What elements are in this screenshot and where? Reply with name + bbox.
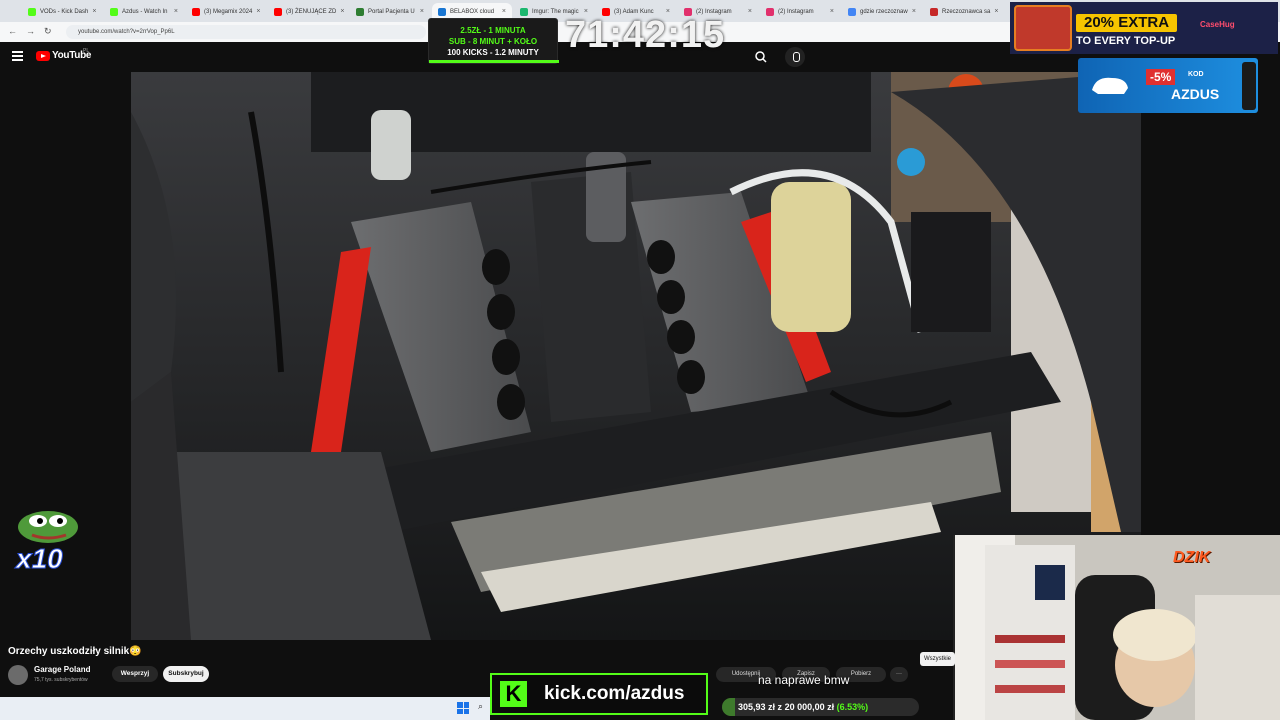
youtube-logo-icon[interactable] — [36, 51, 50, 61]
pepe-emote-icon — [18, 511, 78, 543]
channel-subscribers: 75,7 tys. subskrybentów — [34, 677, 88, 683]
search-icon[interactable] — [750, 49, 772, 65]
tab-label: (3) ŻENUJĄCE ZD — [286, 8, 337, 15]
filter-all-tab[interactable]: Wszystkie — [920, 652, 955, 666]
tab-label: Azdus - Watch In — [122, 8, 168, 15]
support-button[interactable]: Wesprzyj — [112, 666, 158, 682]
promo-code: AZDUS — [1171, 86, 1220, 102]
back-icon[interactable]: ← — [8, 26, 17, 36]
tab-favicon-icon — [438, 7, 446, 16]
tab-favicon-icon — [848, 7, 856, 16]
tab-label: VODs - Kick Dash — [40, 8, 89, 15]
more-button[interactable]: ··· — [890, 667, 908, 682]
windows-taskbar: ⌕ — [0, 697, 490, 720]
donation-percent: (6.53%) — [836, 702, 869, 712]
donation-goal-bar: 305,93 zł z 20 000,00 zł (6.53%) — [722, 698, 919, 716]
channel-avatar[interactable] — [8, 665, 28, 685]
browser-tab[interactable]: gdzie rzeczoznaw × — [842, 3, 922, 20]
energy-can-icon — [1242, 62, 1256, 110]
promo-kod-label: KOD — [1188, 71, 1204, 78]
browser-tab[interactable]: Portal Pacjenta U × — [350, 3, 430, 20]
video-title: Orzechy uszkodziły silnik😳 — [8, 646, 142, 657]
tab-close-icon[interactable]: × — [994, 8, 998, 15]
dzik-promo-ad: -5% KOD AZDUS — [1078, 58, 1258, 113]
tab-label: (3) Megamix 2024 — [204, 8, 253, 15]
tab-favicon-icon — [766, 7, 774, 16]
casehug-sub: TO EVERY TOP-UP — [1076, 35, 1176, 47]
timer-rule-1: 2.5ZŁ - 1 MINUTA — [460, 26, 526, 35]
boar-icon — [1092, 77, 1128, 94]
menu-icon[interactable] — [12, 51, 23, 61]
browser-tab[interactable]: (2) Instagram × — [760, 3, 840, 20]
tab-favicon-icon — [520, 7, 528, 16]
tab-close-icon[interactable]: × — [912, 8, 916, 15]
streamer-webcam: DZIK — [953, 535, 1280, 720]
subtitle-caption: na naprawe bmw — [758, 673, 850, 687]
tab-favicon-icon — [356, 7, 364, 16]
tab-label: Portal Pacjenta U — [368, 8, 415, 15]
tab-label: Rzeczoznawca sa — [942, 8, 991, 15]
timer-bar — [429, 60, 559, 63]
kick-url: kick.com/azdus — [544, 683, 685, 704]
region-label: PL — [83, 48, 90, 54]
donation-progress-fill — [722, 698, 735, 716]
casehug-logo: CaseHug — [1200, 20, 1235, 29]
donation-current: 305,93 zł — [738, 702, 776, 712]
tab-label: (2) Instagram — [778, 8, 814, 15]
url-input[interactable]: youtube.com/watch?v=2rrVop_Pp6L — [66, 25, 426, 39]
emote-count: x10 — [16, 543, 64, 575]
tab-close-icon[interactable]: × — [340, 8, 344, 15]
casehug-extra: 20% EXTRA — [1076, 14, 1178, 32]
tab-close-icon[interactable]: × — [92, 8, 96, 15]
tab-close-icon[interactable]: × — [256, 8, 260, 15]
tab-favicon-icon — [192, 7, 200, 16]
tab-close-icon[interactable]: × — [748, 8, 752, 15]
forward-icon[interactable]: → — [26, 26, 35, 36]
tab-favicon-icon — [274, 7, 282, 16]
browser-tab[interactable]: (3) ŻENUJĄCE ZD × — [268, 3, 348, 20]
casehug-ad: 20% EXTRA TO EVERY TOP-UP CaseHug — [1010, 2, 1278, 54]
timer-rules-box: 2.5ZŁ - 1 MINUTA SUB - 8 MINUT + KOŁO 10… — [428, 18, 559, 64]
tab-favicon-icon — [930, 7, 938, 16]
kick-logo-icon: K — [500, 681, 527, 707]
browser-tab[interactable]: Rzeczoznawca sa × — [924, 3, 1004, 20]
subscribe-button[interactable]: Subskrybuj — [163, 666, 209, 682]
browser-tab[interactable]: VODs - Kick Dash × — [22, 3, 102, 20]
dzik-logo: DZIK — [1173, 549, 1211, 566]
tab-close-icon[interactable]: × — [830, 8, 834, 15]
donation-goal: 20 000,00 zł — [784, 702, 835, 712]
browser-tab[interactable]: (3) Megamix 2024 × — [186, 3, 266, 20]
webcam-feed-image — [955, 535, 1280, 720]
taskbar-search-icon[interactable]: ⌕ — [478, 701, 483, 712]
tab-favicon-icon — [110, 7, 118, 16]
promo-discount: -5% — [1146, 69, 1176, 85]
channel-name[interactable]: Garage Poland — [34, 665, 90, 674]
tab-label: BELABOX cloud — [450, 8, 495, 15]
tab-label: gdzie rzeczoznaw — [860, 8, 908, 15]
tab-favicon-icon — [28, 7, 36, 16]
tab-close-icon[interactable]: × — [174, 8, 178, 15]
timer-rule-2: SUB - 8 MINUT + KOŁO — [448, 37, 538, 46]
tab-close-icon[interactable]: × — [502, 8, 506, 15]
emote-counter: x10 — [8, 505, 84, 577]
windows-start-icon[interactable] — [457, 702, 469, 714]
kick-banner: K kick.com/azdus — [490, 673, 708, 715]
subathon-timer: 71:42:15 — [565, 14, 726, 56]
timer-rule-3: 100 KICKS - 1.2 MINUTY — [447, 48, 539, 57]
browser-tab[interactable]: Azdus - Watch In × — [104, 3, 184, 20]
gift-box-icon — [1014, 5, 1072, 51]
microphone-icon[interactable] — [785, 47, 805, 67]
reload-icon[interactable]: ↻ — [44, 26, 52, 37]
tab-close-icon[interactable]: × — [420, 8, 424, 15]
